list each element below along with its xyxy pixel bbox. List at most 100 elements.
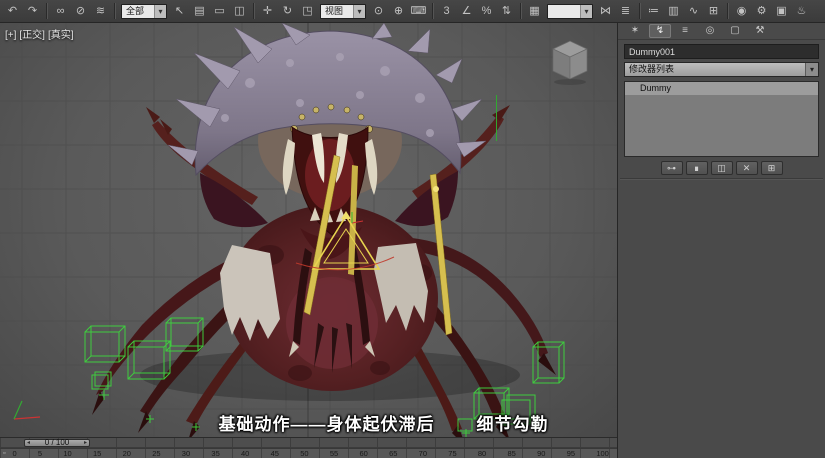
trackbar-tick-label: 15 (93, 449, 101, 458)
trackbar-tick-label: 100 (596, 449, 609, 458)
trackbar-tick-label: 70 (419, 449, 427, 458)
selection-region-icon[interactable]: ▭ (210, 2, 229, 21)
viewcube[interactable] (545, 35, 595, 87)
undo-icon[interactable]: ↶ (3, 2, 22, 21)
toolbar-separator (727, 3, 728, 19)
select-and-link-icon[interactable]: ∞ (51, 2, 70, 21)
trackbar-tick-label: 0 (12, 449, 16, 458)
edit-named-selection-sets-icon[interactable]: ▦ (525, 2, 544, 21)
dropdown-arrow-icon[interactable]: ▾ (154, 5, 166, 18)
mirror-icon[interactable]: ⋈ (596, 2, 615, 21)
trackbar-tick-label: 25 (152, 449, 160, 458)
curve-editor-icon[interactable]: ∿ (684, 2, 703, 21)
time-slider-handle[interactable]: ◂ 0 / 100 ▸ (24, 439, 90, 447)
next-frame-arrow[interactable]: ▸ (84, 440, 87, 446)
dropdown-arrow-icon[interactable]: ▾ (805, 63, 818, 76)
select-and-rotate-icon[interactable]: ↻ (278, 2, 297, 21)
use-pivot-center-icon[interactable]: ⊙ (369, 2, 388, 21)
named-selection-sets-dropdown-value (548, 5, 580, 18)
trackbar-tick-label: 90 (537, 449, 545, 458)
spider-creature-model[interactable] (92, 23, 556, 437)
reference-coordinate-dropdown-value: 视图 (321, 5, 353, 18)
toolbar-separator (639, 3, 640, 19)
graphite-ribbon-icon[interactable]: ▥ (664, 2, 683, 21)
modifier-list-dropdown[interactable]: 修改器列表 ▾ (624, 62, 819, 77)
select-and-scale-icon[interactable]: ◳ (298, 2, 317, 21)
modifier-stack-item[interactable]: Dummy (625, 82, 818, 95)
angle-snap-icon[interactable]: ∠ (457, 2, 476, 21)
remove-modifier-button[interactable]: ✕ (736, 161, 758, 175)
modifier-stack: Dummy (624, 81, 819, 157)
select-and-move-icon[interactable]: ✛ (258, 2, 277, 21)
viewport-label: [+][正交][真实] (5, 26, 77, 41)
trackbar-tick-label: 50 (300, 449, 308, 458)
make-unique-button[interactable]: ◫ (711, 161, 733, 175)
toolbar-separator (432, 3, 433, 19)
viewport-menu-general[interactable]: [+] (5, 30, 16, 41)
schematic-view-icon[interactable]: ⊞ (704, 2, 723, 21)
percent-snap-icon[interactable]: % (477, 2, 496, 21)
trackbar-tick-label: 95 (567, 449, 575, 458)
toolbar-separator (520, 3, 521, 19)
select-object-icon[interactable]: ↖ (170, 2, 189, 21)
unlink-selection-icon[interactable]: ⊘ (71, 2, 90, 21)
trackbar-tick-label: 75 (448, 449, 456, 458)
selection-filter-dropdown[interactable]: 全部▾ (121, 4, 167, 19)
object-name-field[interactable] (624, 44, 819, 59)
render-setup-icon[interactable]: ⚙ (752, 2, 771, 21)
track-bar[interactable]: ▫ 05101520253035404550556065707580859095… (0, 448, 617, 458)
show-end-result-button[interactable]: ∎ (686, 161, 708, 175)
main-toolbar: ↶↷∞⊘≋全部▾↖▤▭◫✛↻◳视图▾⊙⊕⌨3∠%⇅▦▾⋈≣≔▥∿⊞◉⚙▣♨ (0, 0, 825, 23)
track-bar-options-icon[interactable]: ▫ (0, 450, 8, 457)
window-crossing-icon[interactable]: ◫ (230, 2, 249, 21)
command-panel-tabs: ✶↯≡◎▢⚒ (618, 23, 825, 40)
keyboard-override-icon[interactable]: ⌨ (409, 2, 428, 21)
layer-manager-icon[interactable]: ≔ (644, 2, 663, 21)
3dsmax-window: ↶↷∞⊘≋全部▾↖▤▭◫✛↻◳视图▾⊙⊕⌨3∠%⇅▦▾⋈≣≔▥∿⊞◉⚙▣♨ (0, 0, 825, 458)
dropdown-arrow-icon[interactable]: ▾ (353, 5, 365, 18)
rendered-frame-window-icon[interactable]: ▣ (772, 2, 791, 21)
render-production-icon[interactable]: ♨ (792, 2, 811, 21)
named-selection-sets-dropdown[interactable]: ▾ (547, 4, 593, 19)
trackbar-tick-label: 45 (271, 449, 279, 458)
bind-to-space-warp-icon[interactable]: ≋ (91, 2, 110, 21)
rollout-area (620, 178, 823, 458)
command-panel: ✶↯≡◎▢⚒ 修改器列表 ▾ Dummy ⊶∎◫✕⊞ (617, 23, 825, 458)
align-icon[interactable]: ≣ (616, 2, 635, 21)
utilities-tab-icon[interactable]: ⚒ (749, 24, 771, 38)
dropdown-arrow-icon[interactable]: ▾ (580, 5, 592, 18)
subtitle-text: 基础动作——身体起伏滞后细节勾勒 (0, 410, 617, 435)
trackbar-tick-label: 35 (211, 449, 219, 458)
pin-stack-button[interactable]: ⊶ (661, 161, 683, 175)
select-and-manipulate-icon[interactable]: ⊕ (389, 2, 408, 21)
trackbar-tick-label: 60 (359, 449, 367, 458)
create-tab-icon[interactable]: ✶ (624, 24, 646, 38)
trackbar-tick-label: 5 (38, 449, 42, 458)
track-bar-ruler: 0510152025303540455055606570758085909510… (8, 449, 617, 458)
toolbar-separator (46, 3, 47, 19)
reference-coordinate-dropdown[interactable]: 视图▾ (320, 4, 366, 19)
material-editor-icon[interactable]: ◉ (732, 2, 751, 21)
trackbar-tick-label: 40 (241, 449, 249, 458)
trackbar-tick-label: 65 (389, 449, 397, 458)
hierarchy-tab-icon[interactable]: ≡ (674, 24, 696, 38)
motion-tab-icon[interactable]: ◎ (699, 24, 721, 38)
trackbar-tick-label: 85 (508, 449, 516, 458)
toolbar-separator (114, 3, 115, 19)
viewport-menu-shading[interactable]: [真实] (48, 30, 74, 41)
display-tab-icon[interactable]: ▢ (724, 24, 746, 38)
spinner-snap-icon[interactable]: ⇅ (497, 2, 516, 21)
modify-tab-icon[interactable]: ↯ (649, 24, 671, 38)
trackbar-tick-label: 55 (330, 449, 338, 458)
redo-icon[interactable]: ↷ (23, 2, 42, 21)
trackbar-tick-label: 80 (478, 449, 486, 458)
select-by-name-icon[interactable]: ▤ (190, 2, 209, 21)
snap-toggle-3d-icon[interactable]: 3 (437, 2, 456, 21)
toolbar-separator (253, 3, 254, 19)
viewport-menu-pov[interactable]: [正交] (19, 30, 45, 41)
time-slider-track[interactable]: ◂ 0 / 100 ▸ (0, 437, 617, 447)
configure-modifier-sets-button[interactable]: ⊞ (761, 161, 783, 175)
subtitle-main: 基础动作——身体起伏滞后 (219, 415, 435, 434)
viewport-orthographic[interactable]: [+][正交][真实] 基础动作——身体起伏滞后细节勾勒 (0, 23, 617, 437)
scene-render (0, 23, 617, 437)
